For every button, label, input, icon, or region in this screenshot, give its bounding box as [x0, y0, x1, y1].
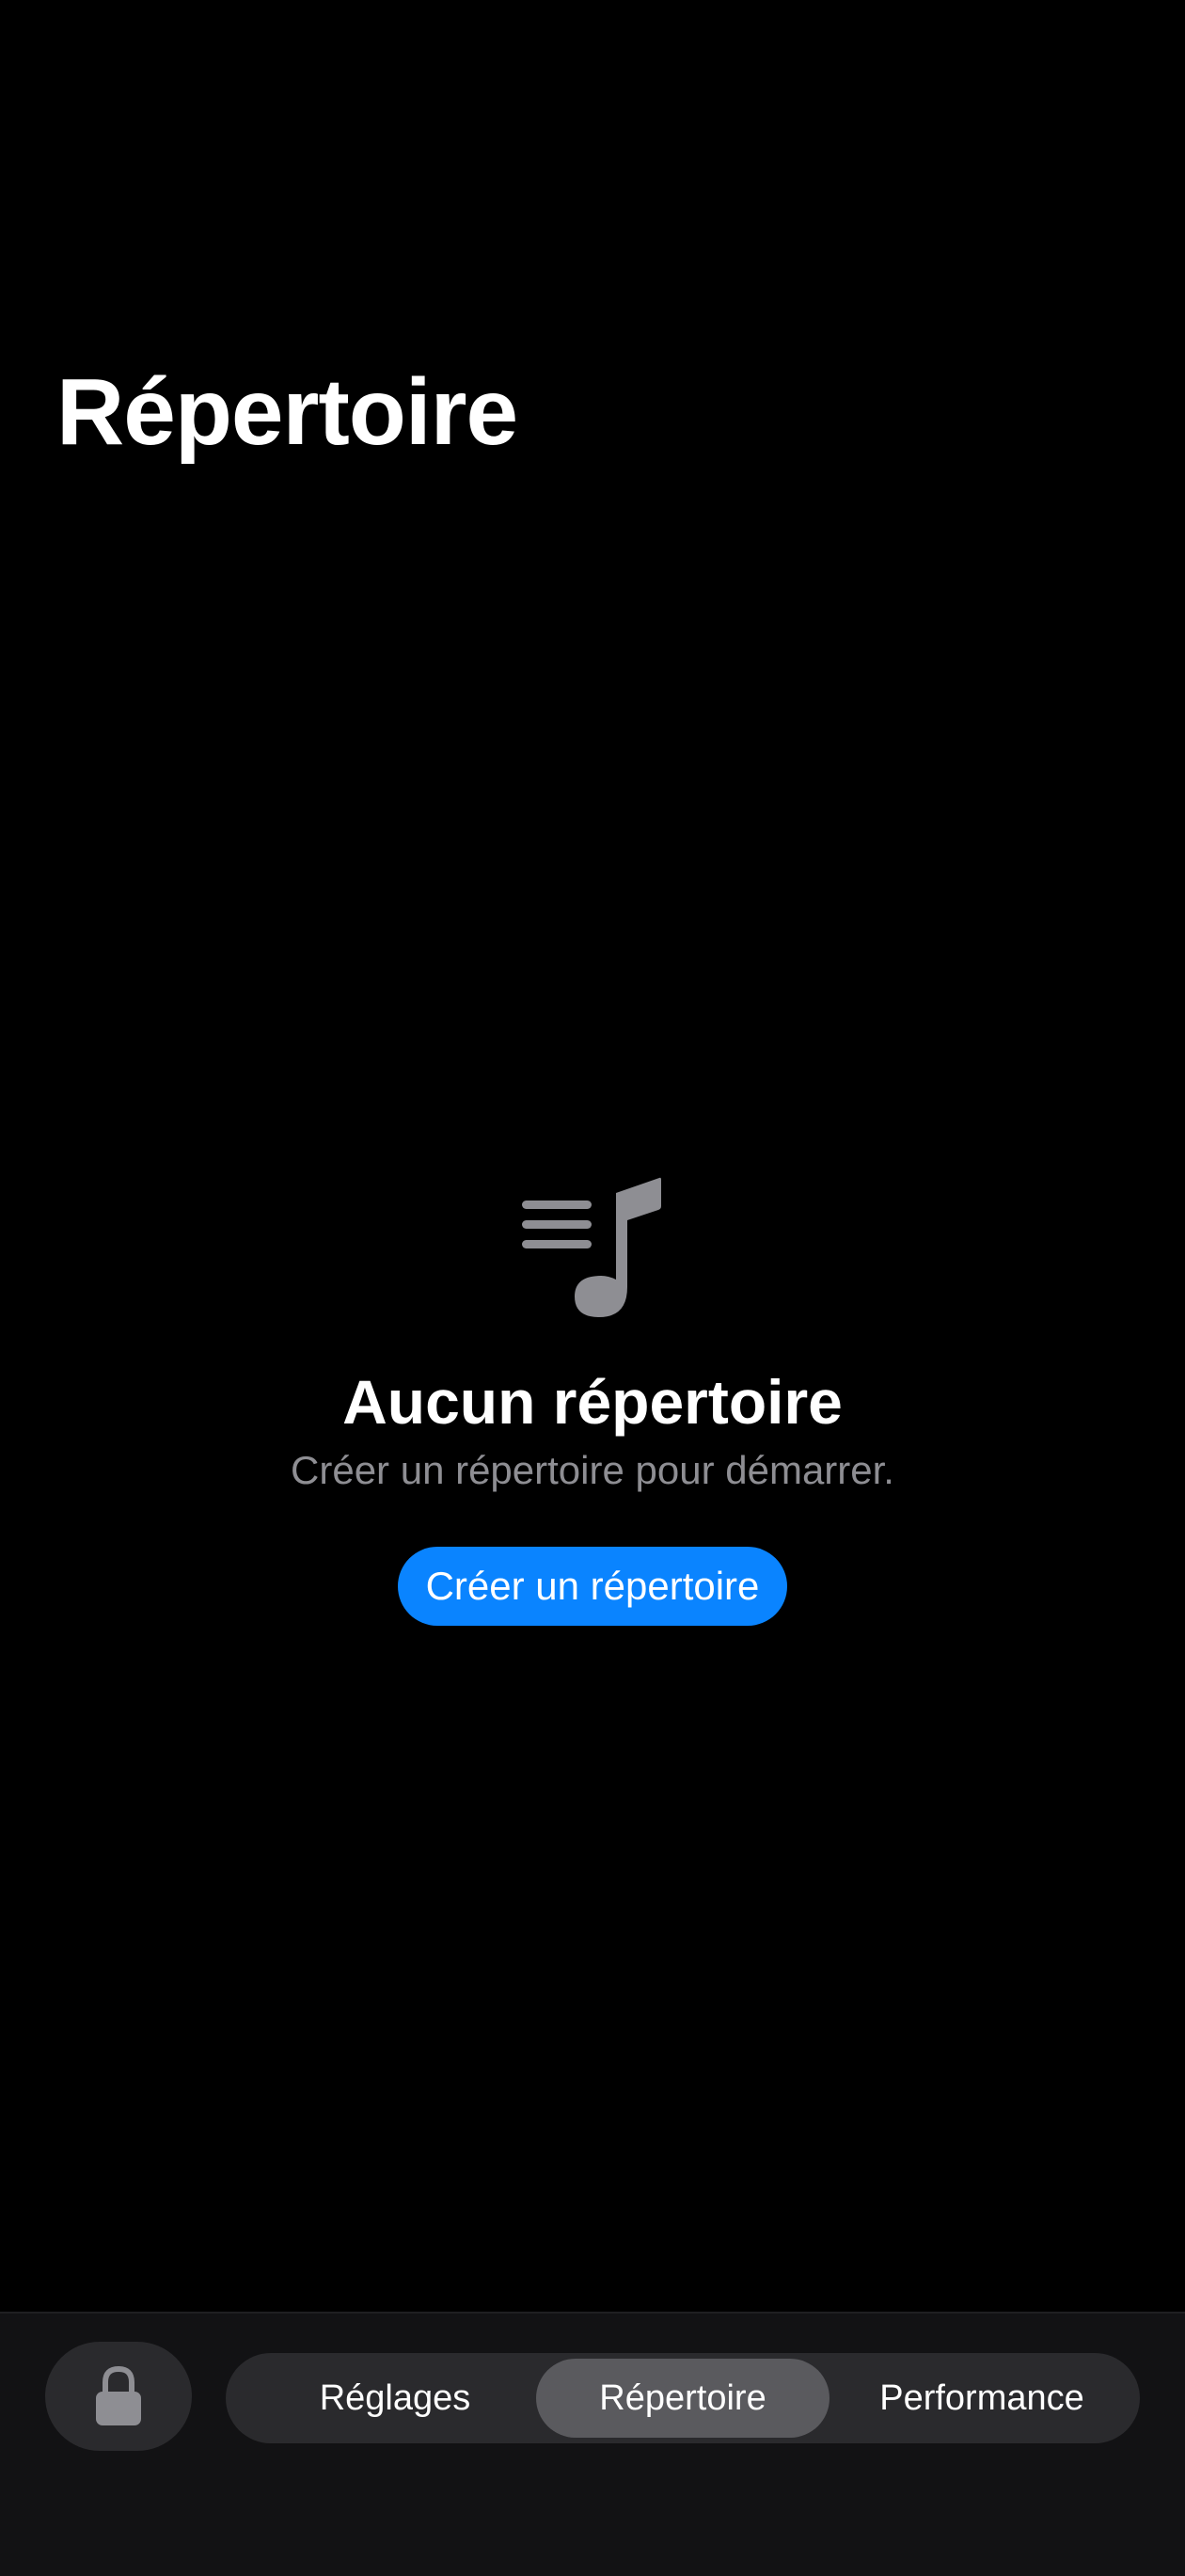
empty-subtitle: Créer un répertoire pour démarrer.: [291, 1448, 894, 1492]
tab-performance[interactable]: Performance: [830, 2359, 1134, 2438]
tab-segmented-control: Réglages Répertoire Performance: [226, 2353, 1140, 2443]
empty-state: Aucun répertoire Créer un répertoire pou…: [0, 1176, 1185, 1626]
lock-icon: [96, 2365, 141, 2425]
tab-bar: Réglages Répertoire Performance: [0, 2312, 1185, 2576]
tab-reglages[interactable]: Réglages: [254, 2359, 536, 2438]
create-repertoire-button[interactable]: Créer un répertoire: [397, 1547, 788, 1626]
music-list-icon: [522, 1177, 661, 1317]
empty-title: Aucun répertoire: [342, 1367, 843, 1437]
tab-repertoire[interactable]: Répertoire: [536, 2359, 830, 2438]
lock-button[interactable]: [45, 2342, 192, 2451]
page-title: Répertoire: [56, 359, 518, 465]
